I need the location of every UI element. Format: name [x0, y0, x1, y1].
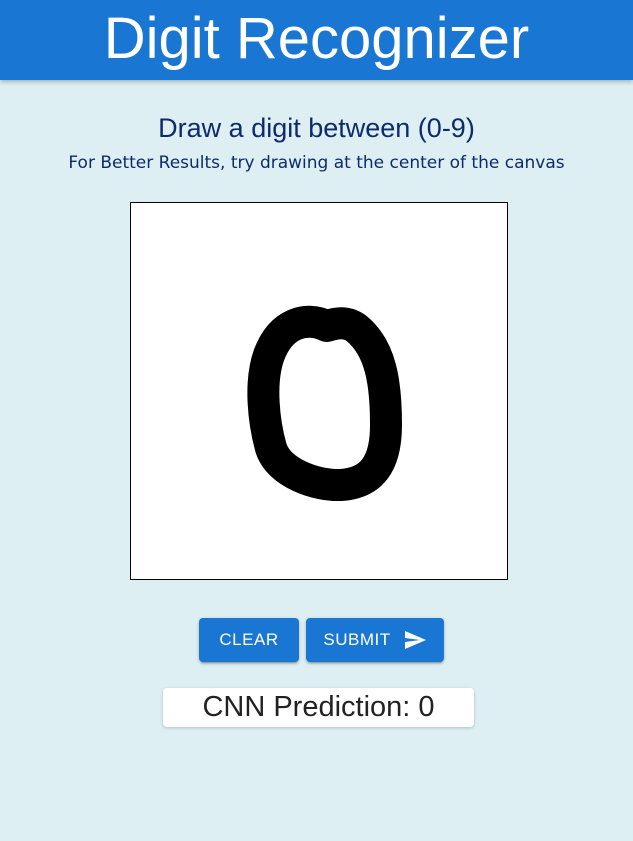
app-title: Digit Recognizer	[103, 6, 530, 71]
instruction-subheading: For Better Results, try drawing at the c…	[68, 153, 565, 173]
drawn-digit-stroke	[247, 305, 402, 502]
submit-button-label: SUBMIT	[323, 630, 391, 649]
send-icon	[403, 628, 427, 652]
clear-button-label: CLEAR	[219, 630, 279, 649]
submit-button[interactable]: SUBMIT	[306, 618, 444, 662]
drawing-canvas[interactable]	[130, 202, 508, 580]
prediction-result: CNN Prediction: 0	[163, 688, 474, 727]
prediction-text: CNN Prediction: 0	[202, 691, 435, 723]
app-header: Digit Recognizer	[0, 0, 633, 80]
clear-button[interactable]: CLEAR	[199, 618, 299, 662]
instruction-heading: Draw a digit between (0-9)	[158, 113, 475, 143]
